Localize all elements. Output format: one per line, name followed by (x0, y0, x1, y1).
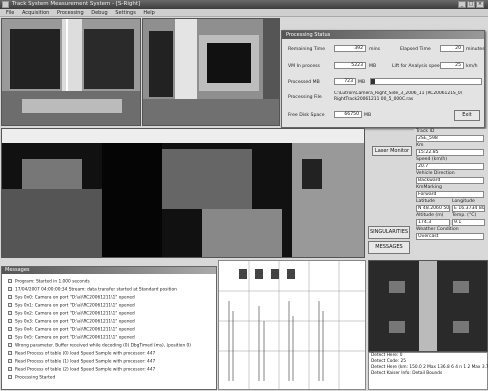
detection-status: Detect Here: 0 Detect Code: 25 Detect He… (368, 352, 488, 390)
speed-label: Speed (km/h) (416, 157, 448, 162)
status-line: Detect Kaiser Info: Detail Bounds (371, 371, 443, 376)
laser-monitor-button[interactable]: Laser Monitor (372, 146, 412, 156)
message-item: Read Process of table (1) load Speed Sam… (8, 359, 155, 365)
speed-field: 20.7 (416, 163, 484, 170)
window-title: Track System Measurement System - [S-Rig… (12, 1, 141, 7)
message-item: Sys 0x0: Camera on port "D:\a\\RC2006121… (8, 295, 135, 301)
dialog-title: Processing Status (282, 31, 484, 39)
latitude-label: Latitude (416, 199, 435, 204)
vehicle-direction-label: Vehicle Direction (416, 171, 455, 176)
message-icon (8, 311, 12, 315)
message-icon (8, 279, 12, 283)
km-label: Km (416, 143, 424, 148)
camera-image-right (142, 18, 280, 126)
message-icon (8, 375, 12, 379)
message-icon (8, 335, 12, 339)
remaining-time-field: 392 (334, 45, 366, 52)
message-item: Sys 0x5: Camera on port "D:\a\\RC2006121… (8, 335, 135, 341)
message-item: Read Process of table (0) load Speed Sam… (8, 351, 155, 357)
vm-process-label: VM In process (288, 64, 320, 69)
message-item: Wrong parameter. Buffer received while d… (8, 343, 191, 349)
track-id-label: Track ID (416, 129, 435, 134)
progress-fill (371, 79, 376, 84)
message-item: Processing Started (8, 375, 55, 381)
processed-field: 723 (334, 78, 356, 85)
message-item: Read Process of table (2) load Speed Sam… (8, 367, 155, 373)
messages-window: Messages Program: Started in 1.000 secon… (1, 266, 217, 390)
weather-label: Weather Condition (416, 227, 459, 232)
processing-status-dialog: Processing Status Remaining Time 392 min… (281, 30, 485, 128)
vm-process-unit: MB (369, 64, 377, 69)
message-item: Sys 0x4: Camera on port "D:\a\\RC2006121… (8, 327, 135, 333)
upload-speed-unit: km/h (466, 64, 478, 69)
message-icon (8, 367, 12, 371)
message-icon (8, 359, 12, 363)
message-icon (8, 351, 12, 355)
message-icon (8, 343, 12, 347)
elapsed-time-label: Elapsed Time (400, 47, 431, 52)
remaining-time-unit: mins (369, 47, 381, 52)
title-bar: Track System Measurement System - [S-Rig… (0, 0, 488, 9)
message-item: Sys 0x2: Camera on port "D:\a\\RC2006121… (8, 311, 135, 317)
message-item: Program: Started in 1.000 seconds (8, 279, 90, 285)
free-disk-field: 66750 (334, 111, 362, 118)
upload-speed-field: 25 (440, 62, 464, 69)
altitude-field: 174.3 (416, 219, 450, 226)
km-field: 15:22.85 (416, 149, 484, 156)
message-icon (8, 327, 12, 331)
messages-title: Messages (2, 267, 216, 274)
menu-acquisition[interactable]: Acquisition (22, 9, 49, 17)
close-button[interactable]: × (476, 1, 484, 8)
longitude-field: E 16.3734 80 (452, 205, 485, 212)
vehicle-direction-field: Backward (416, 177, 484, 184)
menu-bar: File Acquisition Processing Debug Settin… (0, 9, 488, 17)
processing-file-value: C:\Lutron\Camera_Right_Side_3_2006_11 [R… (334, 91, 463, 102)
altitude-label: Altitude (m) (416, 213, 444, 218)
track-profile-image (1, 128, 365, 258)
km-marking-label: KmMarking (416, 185, 442, 190)
elapsed-time-field: 20 (440, 45, 464, 52)
longitude-label: Longitude (452, 199, 475, 204)
rail-closeup-image (368, 260, 488, 352)
singularities-button[interactable]: SINGULARITIES (368, 226, 410, 239)
vm-process-field: 5223 (334, 62, 366, 69)
menu-settings[interactable]: Settings (115, 9, 136, 17)
temperature-label: Temp. (°C) (452, 213, 477, 218)
maximize-button[interactable]: □ (467, 1, 475, 8)
message-icon (8, 295, 12, 299)
km-marking-field: Forward (416, 191, 484, 198)
processing-progress-bar (370, 78, 482, 85)
messages-button[interactable]: MESSAGES (368, 241, 410, 254)
free-disk-unit: MB (364, 113, 372, 118)
app-icon (2, 1, 9, 8)
elapsed-time-unit: minutes (466, 47, 485, 52)
message-item: Sys 0x3: Camera on port "D:\a\\RC2006121… (8, 319, 135, 325)
message-item: Sys 0x1: Camera on port "D:\a\\RC2006121… (8, 303, 135, 309)
menu-processing[interactable]: Processing (57, 9, 84, 17)
message-icon (8, 287, 12, 291)
menu-file[interactable]: File (6, 9, 14, 17)
exit-button[interactable]: Exit (454, 110, 480, 121)
minimize-button[interactable]: _ (458, 1, 466, 8)
menu-debug[interactable]: Debug (91, 9, 107, 17)
camera-image-left (1, 18, 141, 126)
processed-label: Processed MB (288, 80, 320, 85)
processed-unit: MB (358, 80, 366, 85)
track-info-panel: Track ID 2SE_598 Km 15:22.85 Speed (km/h… (414, 129, 487, 257)
track-id-field: 2SE_598 (416, 135, 484, 142)
remaining-time-label: Remaining Time (288, 47, 326, 52)
message-item: 17/04/2007 04:00:00:34 Stream: data tran… (8, 287, 177, 293)
temperature-field: 9.1 (452, 219, 485, 226)
free-disk-label: Free Disk Space (288, 113, 325, 118)
upload-speed-label: Lift for Analysis speed (392, 64, 443, 69)
signal-graph (218, 260, 366, 390)
message-icon (8, 319, 12, 323)
message-icon (8, 303, 12, 307)
weather-field: Overcast (416, 233, 484, 240)
processing-file-label: Processing File (288, 95, 322, 100)
menu-help[interactable]: Help (143, 9, 154, 17)
latitude-field: N 48.2060 50 (416, 205, 450, 212)
